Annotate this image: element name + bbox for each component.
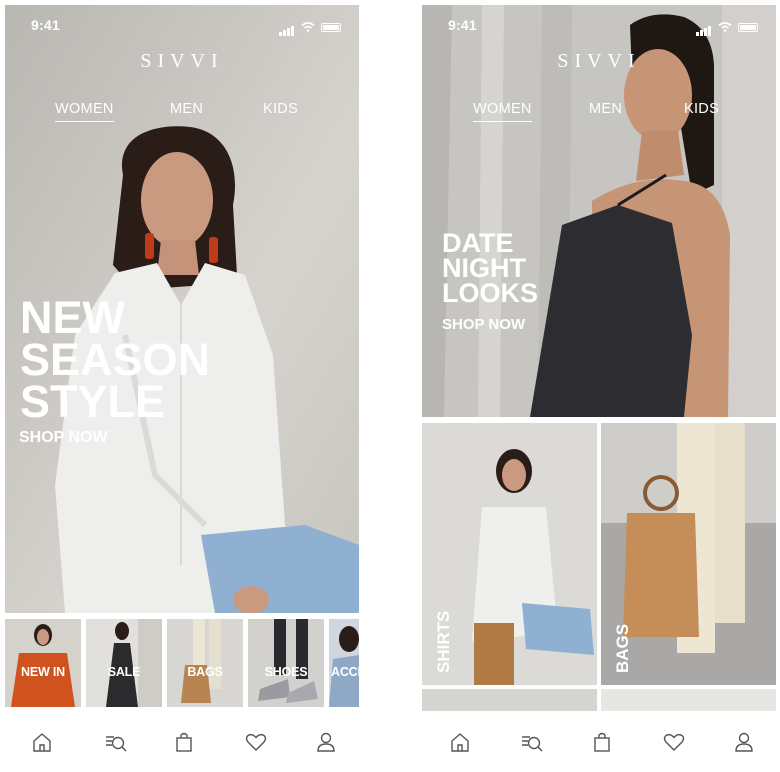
shopping-bag-icon[interactable] bbox=[589, 729, 615, 755]
heart-icon[interactable] bbox=[661, 729, 687, 755]
category-new-in[interactable]: NEW IN bbox=[5, 619, 81, 707]
tile-peek bbox=[601, 689, 776, 711]
headline-line: SEASON bbox=[20, 334, 211, 385]
signal-icon bbox=[696, 18, 712, 36]
category-label: SALE bbox=[107, 665, 141, 679]
tile-shirts[interactable]: SHIRTS bbox=[422, 423, 597, 685]
category-strip: NEW IN SALE BAGS SHOES ACC bbox=[5, 619, 359, 711]
category-label: ACCE bbox=[331, 665, 359, 679]
category-photo bbox=[5, 619, 81, 707]
tile-label: SHIRTS bbox=[434, 610, 453, 673]
category-shoes[interactable]: SHOES bbox=[248, 619, 324, 707]
tab-kids[interactable]: KIDS bbox=[263, 101, 298, 121]
home-screen-new-season: 9:41 SIVVI WOMEN MEN KIDS NEW SEASON STY… bbox=[5, 5, 359, 771]
category-photo bbox=[329, 619, 359, 707]
gender-tabs: WOMEN MEN KIDS bbox=[422, 101, 776, 125]
tab-men[interactable]: MEN bbox=[170, 101, 203, 121]
battery-icon bbox=[738, 22, 758, 32]
shop-now-link[interactable]: SHOP NOW bbox=[19, 429, 108, 447]
category-label: BAGS bbox=[187, 665, 223, 679]
tile-peek bbox=[422, 689, 597, 711]
brand-logo: SIVVI bbox=[557, 50, 641, 72]
category-photo bbox=[167, 619, 243, 707]
tile-label-wrap: BAGS bbox=[601, 423, 641, 685]
headline-line: NEW bbox=[20, 292, 125, 343]
user-icon[interactable] bbox=[731, 729, 757, 755]
hero-banner[interactable]: 9:41 SIVVI WOMEN MEN KIDS NEW SEASON STY… bbox=[5, 5, 359, 613]
search-list-icon[interactable] bbox=[103, 729, 129, 755]
bottom-tab-bar bbox=[422, 713, 776, 771]
tab-women[interactable]: WOMEN bbox=[55, 101, 114, 122]
status-time: 9:41 bbox=[448, 17, 477, 33]
category-photo bbox=[86, 619, 162, 707]
signal-icon bbox=[279, 18, 295, 36]
tile-bags[interactable]: BAGS bbox=[601, 423, 776, 685]
tile-label-wrap: SHIRTS bbox=[422, 423, 462, 685]
heart-icon[interactable] bbox=[243, 729, 269, 755]
tab-women[interactable]: WOMEN bbox=[473, 101, 532, 122]
shop-now-link[interactable]: SHOP NOW bbox=[442, 316, 525, 333]
headline-line: LOOKS bbox=[442, 278, 539, 308]
category-photo bbox=[248, 619, 324, 707]
user-icon[interactable] bbox=[313, 729, 339, 755]
category-sale[interactable]: SALE bbox=[86, 619, 162, 707]
gender-tabs: WOMEN MEN KIDS bbox=[5, 101, 359, 125]
battery-icon bbox=[321, 22, 341, 32]
status-bar: 9:41 bbox=[422, 5, 776, 45]
status-time: 9:41 bbox=[31, 17, 60, 33]
wifi-icon bbox=[718, 22, 732, 32]
hero-headline: NEW SEASON STYLE bbox=[20, 292, 211, 427]
shopping-bag-icon[interactable] bbox=[171, 729, 197, 755]
headline-line: STYLE bbox=[20, 376, 166, 427]
tile-label: BAGS bbox=[613, 623, 632, 673]
category-label: SHOES bbox=[264, 665, 308, 679]
hero-headline: DATE NIGHT LOOKS bbox=[442, 230, 539, 308]
status-icons bbox=[279, 18, 341, 36]
tab-kids[interactable]: KIDS bbox=[684, 101, 719, 121]
search-list-icon[interactable] bbox=[519, 729, 545, 755]
status-icons bbox=[696, 18, 758, 36]
home-icon[interactable] bbox=[29, 729, 55, 755]
bottom-tab-bar bbox=[5, 713, 359, 771]
tab-men[interactable]: MEN bbox=[589, 101, 622, 121]
category-bags[interactable]: BAGS bbox=[167, 619, 243, 707]
home-screen-date-night: 9:41 SIVVI WOMEN MEN KIDS DATE NIGHT LOO… bbox=[422, 5, 776, 771]
category-accessories[interactable]: ACCE bbox=[329, 619, 359, 707]
home-icon[interactable] bbox=[447, 729, 473, 755]
status-bar: 9:41 bbox=[5, 5, 359, 45]
hero-banner[interactable]: 9:41 SIVVI WOMEN MEN KIDS DATE NIGHT LOO… bbox=[422, 5, 776, 417]
category-label: NEW IN bbox=[21, 665, 65, 679]
wifi-icon bbox=[301, 22, 315, 32]
brand-logo: SIVVI bbox=[140, 50, 224, 72]
